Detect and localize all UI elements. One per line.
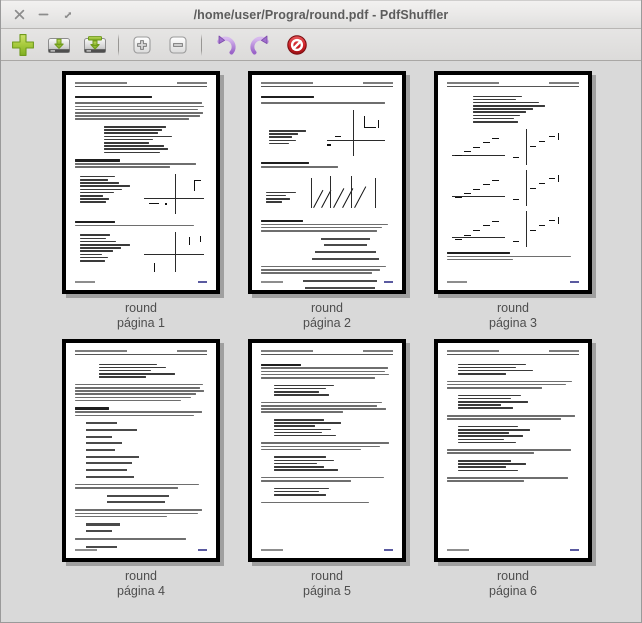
rotate-right-button[interactable] (243, 29, 279, 61)
zoom-out-button[interactable] (160, 29, 196, 61)
page-frame[interactable] (434, 71, 592, 294)
toolbar-separator (201, 33, 202, 56)
save-as-button[interactable] (77, 29, 113, 61)
title-bar: /home/user/Progra/round.pdf - PdfShuffle… (1, 0, 641, 29)
save-icon (48, 37, 70, 53)
toolbar-separator (118, 33, 119, 56)
page-preview (252, 75, 402, 290)
page-caption: round página 6 (489, 569, 537, 598)
rotate-left-icon (217, 35, 236, 54)
close-icon[interactable] (13, 8, 26, 21)
rotate-right-icon (250, 35, 269, 54)
page-thumbnail-5[interactable]: round página 5 (234, 339, 420, 599)
page-preview (438, 75, 588, 290)
page-frame[interactable] (62, 339, 220, 562)
add-button[interactable] (5, 29, 41, 61)
zoom-out-icon (169, 35, 187, 54)
page-frame[interactable] (248, 71, 406, 294)
toolbar (1, 29, 641, 61)
page-thumbnail-6[interactable]: round página 6 (420, 339, 606, 599)
page-frame[interactable] (434, 339, 592, 562)
thumbnail-grid: round página 1 round página 2 round pági… (1, 71, 641, 599)
page-preview (66, 343, 216, 558)
plus-icon (12, 33, 34, 56)
page-caption: round página 4 (117, 569, 165, 598)
page-thumbnail-area[interactable]: round página 1 round página 2 round pági… (1, 61, 641, 622)
page-preview (66, 75, 216, 290)
save-button[interactable] (41, 29, 77, 61)
zoom-in-button[interactable] (124, 29, 160, 61)
page-caption: round página 5 (303, 569, 351, 598)
delete-icon (287, 34, 307, 55)
page-caption: round página 1 (117, 301, 165, 330)
pdfshuffler-window: /home/user/Progra/round.pdf - PdfShuffle… (0, 0, 642, 623)
page-thumbnail-2[interactable]: round página 2 (234, 71, 420, 331)
page-caption: round página 3 (489, 301, 537, 330)
page-preview (438, 343, 588, 558)
delete-button[interactable] (279, 29, 315, 61)
window-controls (1, 8, 74, 21)
minimize-icon[interactable] (37, 8, 50, 21)
page-thumbnail-4[interactable]: round página 4 (48, 339, 234, 599)
page-preview (252, 343, 402, 558)
page-frame[interactable] (248, 339, 406, 562)
window-title: /home/user/Progra/round.pdf - PdfShuffle… (193, 7, 449, 22)
page-thumbnail-1[interactable]: round página 1 (48, 71, 234, 331)
zoom-in-icon (133, 35, 151, 54)
rotate-left-button[interactable] (207, 29, 243, 61)
save-as-icon (84, 35, 106, 53)
page-caption: round página 2 (303, 301, 351, 330)
maximize-icon[interactable] (61, 8, 74, 21)
page-thumbnail-3[interactable]: round página 3 (420, 71, 606, 331)
page-frame[interactable] (62, 71, 220, 294)
